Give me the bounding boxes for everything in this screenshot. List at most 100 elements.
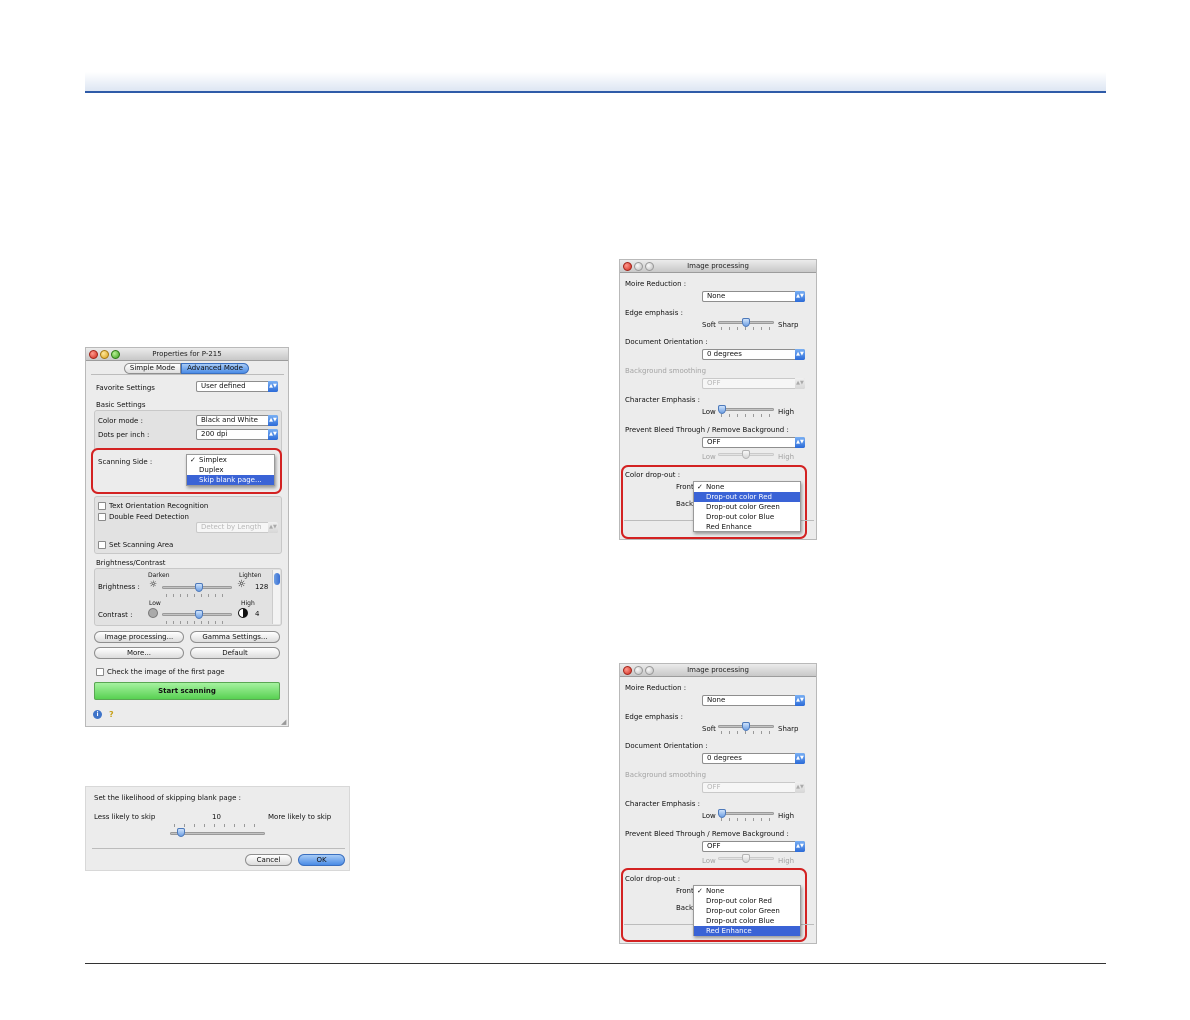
- bleed-through-popup[interactable]: OFF ▲▼: [702, 841, 805, 852]
- char-thumb[interactable]: [718, 405, 726, 414]
- char-track[interactable]: [718, 812, 774, 815]
- info-icon[interactable]: i: [93, 710, 102, 719]
- char-track[interactable]: [718, 408, 774, 411]
- tab-advanced-mode[interactable]: Advanced Mode: [181, 363, 249, 374]
- menu-item-dropout-green[interactable]: Drop-out color Green: [694, 906, 800, 916]
- help-icon[interactable]: ?: [109, 710, 114, 719]
- moire-label: Moire Reduction :: [625, 684, 687, 692]
- skip-ticks: [174, 824, 264, 827]
- bleed-thumb[interactable]: [742, 450, 750, 459]
- brightness-thumb[interactable]: [195, 583, 203, 592]
- panel-scrollbar[interactable]: [272, 570, 280, 624]
- set-scanning-area-label: Set Scanning Area: [109, 541, 174, 549]
- favorite-settings-popup[interactable]: User defined ▲▼: [196, 381, 278, 392]
- edge-ticks: [721, 327, 771, 330]
- orientation-label: Document Orientation :: [625, 338, 708, 346]
- brightness-contrast-heading: Brightness/Contrast: [96, 559, 166, 567]
- tab-separator: [91, 374, 284, 375]
- menu-item-red-enhance[interactable]: Red Enhance: [694, 522, 800, 532]
- menu-item-dropout-blue[interactable]: Drop-out color Blue: [694, 512, 800, 522]
- menu-item-dropout-red[interactable]: Drop-out color Red: [694, 492, 800, 502]
- start-scanning-button[interactable]: Start scanning: [94, 682, 280, 700]
- color-dropout-label: Color drop-out :: [625, 875, 681, 883]
- bleed-through-popup[interactable]: OFF ▲▼: [702, 437, 805, 448]
- zoom-light[interactable]: [111, 350, 120, 359]
- dpi-popup[interactable]: 200 dpi ▲▼: [196, 429, 278, 440]
- popup-arrows-icon: ▲▼: [795, 378, 805, 389]
- char-emphasis-label: Character Emphasis :: [625, 396, 701, 404]
- image-processing-button[interactable]: Image processing...: [94, 631, 184, 643]
- menu-item-dropout-green[interactable]: Drop-out color Green: [694, 502, 800, 512]
- bleed-through-label: Prevent Bleed Through / Remove Backgroun…: [625, 830, 789, 838]
- front-label: Front: [676, 483, 694, 491]
- contrast-high-icon: [238, 608, 248, 618]
- contrast-thumb[interactable]: [195, 610, 203, 619]
- bg-smoothing-popup[interactable]: OFF ▲▼: [702, 378, 805, 389]
- popup-arrows-icon: ▲▼: [795, 291, 805, 302]
- bg-smoothing-popup[interactable]: OFF ▲▼: [702, 782, 805, 793]
- resize-grip-icon[interactable]: ◢: [281, 718, 286, 726]
- detect-method-popup[interactable]: Detect by Length ▲▼: [196, 522, 278, 533]
- cancel-button[interactable]: Cancel: [245, 854, 292, 866]
- scrollbar-thumb[interactable]: [274, 573, 280, 585]
- scanning-side-label: Scanning Side :: [98, 458, 153, 466]
- moire-label: Moire Reduction :: [625, 280, 687, 288]
- text-orientation-label: Text Orientation Recognition: [109, 502, 209, 510]
- zoom-light[interactable]: [645, 666, 654, 675]
- menu-item-none[interactable]: ✓ None: [694, 482, 800, 492]
- default-button[interactable]: Default: [190, 647, 280, 659]
- orientation-popup[interactable]: 0 degrees ▲▼: [702, 753, 805, 764]
- gamma-settings-button[interactable]: Gamma Settings...: [190, 631, 280, 643]
- tab-simple-mode[interactable]: Simple Mode: [124, 363, 181, 374]
- contrast-low-icon: [148, 608, 158, 618]
- close-light[interactable]: [623, 666, 632, 675]
- minimize-light[interactable]: [634, 666, 643, 675]
- skip-likelihood-prompt: Set the likelihood of skipping blank pag…: [94, 794, 242, 802]
- front-dropout-menu[interactable]: ✓ None Drop-out color Red Drop-out color …: [693, 481, 801, 532]
- bleed-thumb[interactable]: [742, 854, 750, 863]
- minimize-light[interactable]: [634, 262, 643, 271]
- check-first-page-label: Check the image of the first page: [107, 668, 225, 676]
- close-light[interactable]: [89, 350, 98, 359]
- char-thumb[interactable]: [718, 809, 726, 818]
- back-label: Back: [676, 500, 693, 508]
- text-orientation-checkbox[interactable]: [98, 502, 106, 510]
- edge-thumb[interactable]: [742, 318, 750, 327]
- set-scanning-area-checkbox[interactable]: [98, 541, 106, 549]
- scanning-side-menu[interactable]: ✓ Simplex Duplex Skip blank page...: [186, 454, 275, 486]
- bleed-low-label: Low: [702, 857, 716, 865]
- basic-settings-heading: Basic Settings: [96, 401, 146, 409]
- char-low-label: Low: [702, 408, 716, 416]
- popup-arrows-icon: ▲▼: [268, 381, 278, 392]
- lighten-label: Lighten: [239, 572, 262, 579]
- darken-label: Darken: [148, 572, 170, 579]
- menu-item-simplex[interactable]: ✓ Simplex: [187, 455, 274, 465]
- front-label: Front: [676, 887, 694, 895]
- ok-button[interactable]: OK: [298, 854, 345, 866]
- zoom-light[interactable]: [645, 262, 654, 271]
- menu-item-dropout-blue[interactable]: Drop-out color Blue: [694, 916, 800, 926]
- check-first-page-checkbox[interactable]: [96, 668, 104, 676]
- skip-thumb[interactable]: [177, 828, 185, 837]
- menu-item-red-enhance[interactable]: Red Enhance: [694, 926, 800, 936]
- popup-arrows-icon: ▲▼: [795, 753, 805, 764]
- more-button[interactable]: More...: [94, 647, 184, 659]
- menu-item-dropout-red[interactable]: Drop-out color Red: [694, 896, 800, 906]
- menu-item-duplex[interactable]: Duplex: [187, 465, 274, 475]
- double-feed-checkbox[interactable]: [98, 513, 106, 521]
- skip-separator: [92, 848, 345, 849]
- close-light[interactable]: [623, 262, 632, 271]
- orientation-popup[interactable]: 0 degrees ▲▼: [702, 349, 805, 360]
- color-mode-popup[interactable]: Black and White ▲▼: [196, 415, 278, 426]
- more-likely-label: More likely to skip: [268, 813, 332, 821]
- front-dropout-menu[interactable]: ✓ None Drop-out color Red Drop-out color …: [693, 885, 801, 936]
- contrast-ticks: [166, 621, 228, 624]
- menu-item-none[interactable]: ✓ None: [694, 886, 800, 896]
- minimize-light[interactable]: [100, 350, 109, 359]
- moire-popup[interactable]: None ▲▼: [702, 695, 805, 706]
- menu-item-skip-blank-page[interactable]: Skip blank page...: [187, 475, 274, 485]
- bleed-low-label: Low: [702, 453, 716, 461]
- edge-thumb[interactable]: [742, 722, 750, 731]
- char-ticks: [721, 818, 771, 821]
- moire-popup[interactable]: None ▲▼: [702, 291, 805, 302]
